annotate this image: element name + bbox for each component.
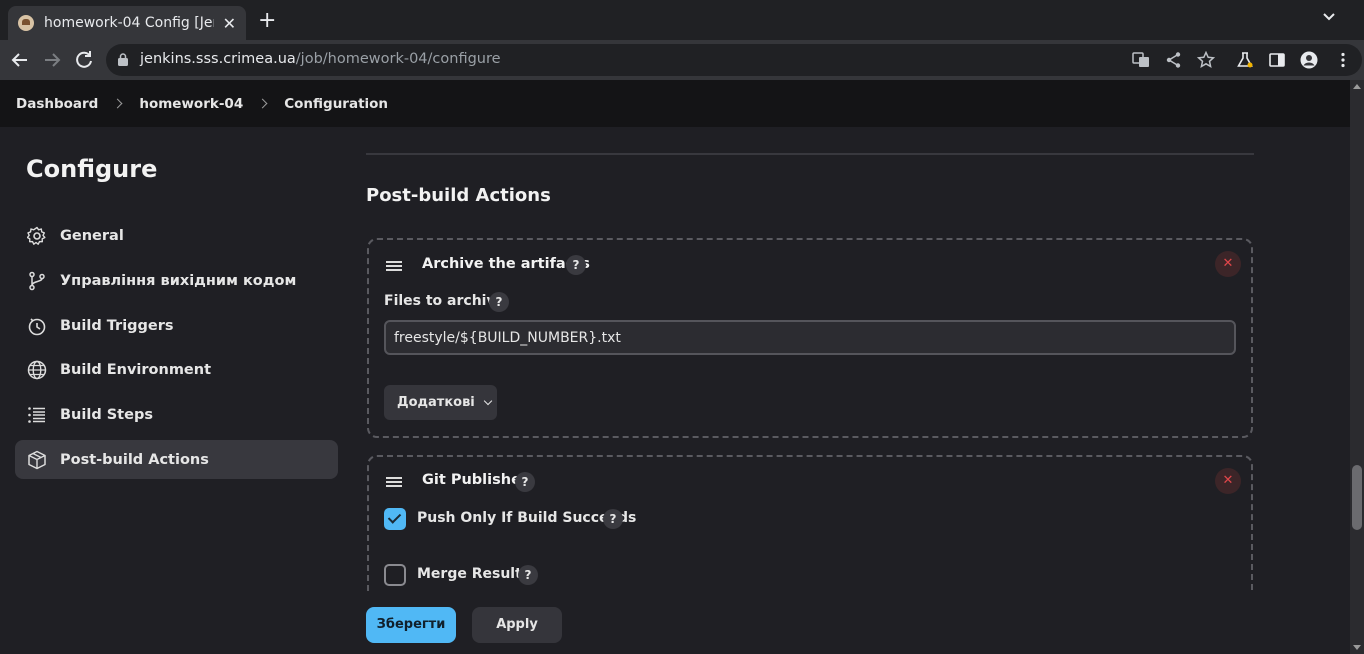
sidebar-item-general[interactable]: General [15,216,338,255]
git-publisher-help-icon[interactable]: ? [515,472,535,492]
sidebar-item-label: Build Triggers [60,317,174,334]
configure-title: Configure [26,155,158,183]
tab-search-chevron-icon[interactable] [1322,10,1336,24]
labs-flask-icon[interactable] [1236,51,1254,69]
url-host: jenkins.sss.crimea.ua [140,51,296,67]
section-title: Post-build Actions [366,185,551,206]
browser-tab-strip: homework-04 Config [Jenkins] ✕ + [0,0,1364,40]
sidebar-item-label: Управління вихідним кодом [60,272,297,289]
globe-icon [27,360,47,379]
timer-icon [28,317,46,335]
scroll-up-arrow-icon[interactable] [1353,84,1361,89]
breadcrumb-chevron-icon [257,98,268,109]
breadcrumb-job[interactable]: homework-04 [139,96,243,112]
sidebar-item-source-code[interactable]: Управління вихідним кодом [15,261,338,300]
sidebar-item-label: Build Steps [60,406,153,423]
list-icon [28,406,45,423]
chevron-down-icon [483,396,493,405]
new-tab-button[interactable]: + [258,8,276,33]
url-path: /job/homework-04/configure [295,51,501,67]
page-scrollbar[interactable] [1350,80,1364,654]
profile-avatar-icon[interactable] [1300,51,1318,69]
source-branch-icon [29,271,45,290]
drag-handle-icon[interactable] [386,261,402,271]
merge-results-help-icon[interactable]: ? [518,565,538,585]
side-panel-icon[interactable] [1268,51,1286,69]
gear-icon [27,226,46,245]
delete-git-publisher-button[interactable]: ✕ [1215,468,1241,494]
kebab-menu-icon[interactable] [1334,51,1352,69]
bookmark-star-icon[interactable] [1197,51,1215,69]
jenkins-favicon-icon [18,15,34,31]
sidebar-item-label: Build Environment [60,361,212,378]
sidebar-item-build-environment[interactable]: Build Environment [15,350,338,389]
package-icon [28,450,46,469]
sidebar-item-label: Post-build Actions [60,451,209,468]
git-publisher-title: Git Publisher [422,472,529,488]
advanced-button-label: Додаткові [397,395,475,410]
files-to-archive-help-icon[interactable]: ? [489,292,509,312]
sidebar-item-label: General [60,227,124,244]
back-arrow-icon[interactable] [8,48,32,72]
scroll-down-arrow-icon[interactable] [1353,645,1361,650]
share-icon[interactable] [1165,51,1183,69]
browser-toolbar: jenkins.sss.crimea.ua/job/homework-04/co… [0,40,1364,80]
tab-title: homework-04 Config [Jenkins] [44,15,214,31]
sidebar-item-build-triggers[interactable]: Build Triggers [15,306,338,345]
translate-icon[interactable] [1132,51,1150,69]
lock-icon[interactable] [118,53,128,66]
breadcrumb: Dashboard homework-04 Configuration [0,80,1350,127]
files-to-archive-label: Files to archive [384,293,506,309]
files-to-archive-input[interactable] [384,320,1236,355]
tab-close-icon[interactable]: ✕ [223,14,236,33]
breadcrumb-chevron-icon [112,98,123,109]
push-only-if-success-checkbox[interactable] [384,508,406,530]
browser-tab[interactable]: homework-04 Config [Jenkins] ✕ [8,6,246,40]
url-text[interactable]: jenkins.sss.crimea.ua/job/homework-04/co… [140,51,501,67]
archive-artifacts-title: Archive the artifacts [422,256,590,272]
delete-archive-button[interactable]: ✕ [1215,251,1241,277]
archive-help-icon[interactable]: ? [566,255,586,275]
breadcrumb-configuration[interactable]: Configuration [284,96,388,112]
section-divider [366,153,1254,155]
reload-icon[interactable] [72,48,96,72]
merge-results-label[interactable]: Merge Results [417,566,530,582]
apply-button[interactable]: Apply [472,607,562,643]
push-only-help-icon[interactable]: ? [603,509,623,529]
forward-arrow-icon[interactable] [40,48,64,72]
merge-results-checkbox[interactable] [384,564,406,586]
drag-handle-icon[interactable] [386,477,402,487]
address-bar[interactable]: jenkins.sss.crimea.ua/job/homework-04/co… [106,44,1362,76]
bottom-action-bar [0,592,1350,654]
sidebar-item-post-build-actions[interactable]: Post-build Actions [15,440,338,479]
save-button[interactable]: Зберегти [366,607,456,643]
advanced-button[interactable]: Додаткові [384,385,497,420]
sidebar-item-build-steps[interactable]: Build Steps [15,395,338,434]
scroll-thumb[interactable] [1352,465,1362,530]
breadcrumb-dashboard[interactable]: Dashboard [16,96,98,112]
